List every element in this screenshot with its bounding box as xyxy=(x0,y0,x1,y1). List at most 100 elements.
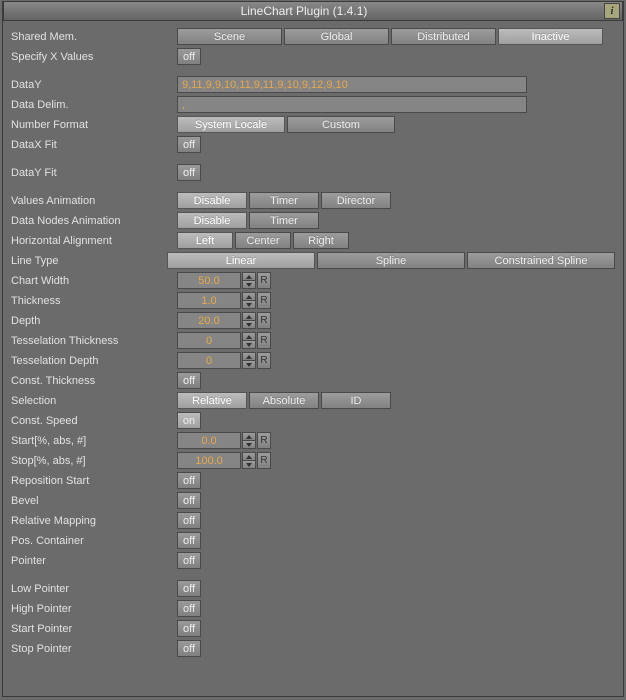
spinner-thickness[interactable] xyxy=(242,292,256,309)
reset-tess-depth[interactable]: R xyxy=(257,352,271,369)
spinner-stop[interactable] xyxy=(242,452,256,469)
label-stop: Stop[%, abs, #] xyxy=(9,455,177,467)
spinner-depth[interactable] xyxy=(242,312,256,329)
btn-spline[interactable]: Spline xyxy=(317,252,465,269)
label-const-thickness: Const. Thickness xyxy=(9,375,177,387)
btn-align-left[interactable]: Left xyxy=(177,232,233,249)
btn-scene[interactable]: Scene xyxy=(177,28,282,45)
input-datay[interactable]: 9,11,9,9,10,11,9,11,9,10,9,12,9,10 xyxy=(177,76,527,93)
panel-body: Shared Mem. Scene Global Distributed Ina… xyxy=(3,21,623,658)
chevron-down-icon[interactable] xyxy=(242,441,256,449)
input-delim[interactable]: , xyxy=(177,96,527,113)
label-halign: Horizontal Alignment xyxy=(9,235,177,247)
reset-tess-thickness[interactable]: R xyxy=(257,332,271,349)
label-start: Start[%, abs, #] xyxy=(9,435,177,447)
btn-align-right[interactable]: Right xyxy=(293,232,349,249)
chevron-down-icon[interactable] xyxy=(242,461,256,469)
chevron-up-icon[interactable] xyxy=(242,272,256,281)
label-stop-pointer: Stop Pointer xyxy=(9,643,177,655)
input-tess-depth[interactable]: 0 xyxy=(177,352,241,369)
btn-va-disable[interactable]: Disable xyxy=(177,192,247,209)
btn-global[interactable]: Global xyxy=(284,28,389,45)
label-pos-container: Pos. Container xyxy=(9,535,177,547)
btn-distributed[interactable]: Distributed xyxy=(391,28,496,45)
label-start-pointer: Start Pointer xyxy=(9,623,177,635)
label-tess-thickness: Tesselation Thickness xyxy=(9,335,177,347)
btn-va-timer[interactable]: Timer xyxy=(249,192,319,209)
btn-sel-relative[interactable]: Relative xyxy=(177,392,247,409)
input-stop[interactable]: 100.0 xyxy=(177,452,241,469)
reset-stop[interactable]: R xyxy=(257,452,271,469)
toggle-const-speed[interactable]: on xyxy=(177,412,201,429)
reset-depth[interactable]: R xyxy=(257,312,271,329)
btn-system-locale[interactable]: System Locale xyxy=(177,116,285,133)
chevron-down-icon[interactable] xyxy=(242,321,256,329)
toggle-const-thickness[interactable]: off xyxy=(177,372,201,389)
toggle-datay-fit[interactable]: off xyxy=(177,164,201,181)
label-selection: Selection xyxy=(9,395,177,407)
label-thickness: Thickness xyxy=(9,295,177,307)
seg-shared-mem: Scene Global Distributed Inactive xyxy=(177,28,605,45)
input-chart-width[interactable]: 50.0 xyxy=(177,272,241,289)
reset-thickness[interactable]: R xyxy=(257,292,271,309)
btn-constrained-spline[interactable]: Constrained Spline xyxy=(467,252,615,269)
label-const-speed: Const. Speed xyxy=(9,415,177,427)
label-line-type: Line Type xyxy=(9,255,167,267)
spinner-chart-width[interactable] xyxy=(242,272,256,289)
btn-na-disable[interactable]: Disable xyxy=(177,212,247,229)
label-relative-mapping: Relative Mapping xyxy=(9,515,177,527)
spinner-start[interactable] xyxy=(242,432,256,449)
label-reposition-start: Reposition Start xyxy=(9,475,177,487)
reset-chart-width[interactable]: R xyxy=(257,272,271,289)
input-tess-thickness[interactable]: 0 xyxy=(177,332,241,349)
label-tess-depth: Tesselation Depth xyxy=(9,355,177,367)
chevron-up-icon[interactable] xyxy=(242,452,256,461)
chevron-down-icon[interactable] xyxy=(242,301,256,309)
chevron-up-icon[interactable] xyxy=(242,292,256,301)
toggle-bevel[interactable]: off xyxy=(177,492,201,509)
btn-custom[interactable]: Custom xyxy=(287,116,395,133)
toggle-reposition-start[interactable]: off xyxy=(177,472,201,489)
toggle-relative-mapping[interactable]: off xyxy=(177,512,201,529)
toggle-datax-fit[interactable]: off xyxy=(177,136,201,153)
spinner-tess-thickness[interactable] xyxy=(242,332,256,349)
spinner-tess-depth[interactable] xyxy=(242,352,256,369)
chevron-down-icon[interactable] xyxy=(242,361,256,369)
label-low-pointer: Low Pointer xyxy=(9,583,177,595)
label-datax-fit: DataX Fit xyxy=(9,139,177,151)
info-button[interactable]: i xyxy=(604,3,620,19)
chevron-down-icon[interactable] xyxy=(242,341,256,349)
window-title: LineChart Plugin (1.4.1) xyxy=(4,4,604,18)
btn-inactive[interactable]: Inactive xyxy=(498,28,603,45)
toggle-stop-pointer[interactable]: off xyxy=(177,640,201,657)
label-shared-mem: Shared Mem. xyxy=(9,31,177,43)
titlebar: LineChart Plugin (1.4.1) i xyxy=(3,1,623,21)
reset-start[interactable]: R xyxy=(257,432,271,449)
label-depth: Depth xyxy=(9,315,177,327)
input-start[interactable]: 0.0 xyxy=(177,432,241,449)
btn-align-center[interactable]: Center xyxy=(235,232,291,249)
toggle-start-pointer[interactable]: off xyxy=(177,620,201,637)
input-thickness[interactable]: 1.0 xyxy=(177,292,241,309)
toggle-specify-x[interactable]: off xyxy=(177,48,201,65)
toggle-pointer[interactable]: off xyxy=(177,552,201,569)
chevron-up-icon[interactable] xyxy=(242,352,256,361)
toggle-low-pointer[interactable]: off xyxy=(177,580,201,597)
btn-linear[interactable]: Linear xyxy=(167,252,315,269)
chevron-down-icon[interactable] xyxy=(242,281,256,289)
chevron-up-icon[interactable] xyxy=(242,432,256,441)
btn-sel-absolute[interactable]: Absolute xyxy=(249,392,319,409)
label-delim: Data Delim. xyxy=(9,99,177,111)
btn-va-director[interactable]: Director xyxy=(321,192,391,209)
label-bevel: Bevel xyxy=(9,495,177,507)
toggle-high-pointer[interactable]: off xyxy=(177,600,201,617)
toggle-pos-container[interactable]: off xyxy=(177,532,201,549)
chevron-up-icon[interactable] xyxy=(242,312,256,321)
input-depth[interactable]: 20.0 xyxy=(177,312,241,329)
label-numfmt: Number Format xyxy=(9,119,177,131)
btn-na-timer[interactable]: Timer xyxy=(249,212,319,229)
label-datay-fit: DataY Fit xyxy=(9,167,177,179)
chevron-up-icon[interactable] xyxy=(242,332,256,341)
label-specify-x: Specify X Values xyxy=(9,51,177,63)
btn-sel-id[interactable]: ID xyxy=(321,392,391,409)
